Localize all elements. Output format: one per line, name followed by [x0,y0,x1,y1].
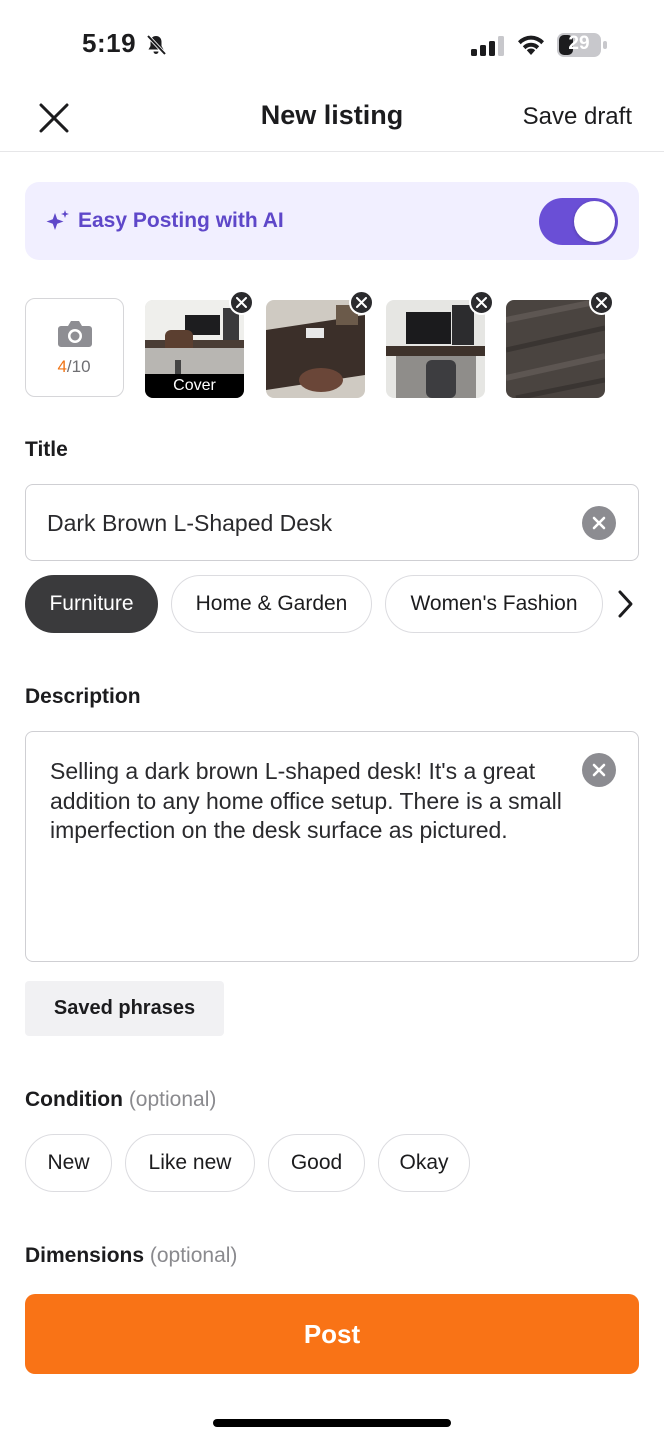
photo-surface-closeup [506,300,605,398]
condition-chip-good[interactable]: Good [268,1134,365,1192]
remove-photo-4-button[interactable] [589,290,614,315]
status-time: 5:19 [82,28,137,58]
camera-icon [58,321,92,347]
category-chip-home-garden[interactable]: Home & Garden [171,575,372,633]
clear-icon [592,763,606,777]
photo-count: 4/10 [26,357,122,377]
close-icon [236,297,247,308]
chevron-right-icon[interactable] [612,588,638,620]
clear-description-button[interactable] [582,753,616,787]
new-listing-screen: 5:19 29 New listing Save draft Easy Post… [0,0,664,1440]
clear-icon [592,516,606,530]
toggle-knob [574,201,615,242]
close-icon [356,297,367,308]
photo-desk-front [386,300,485,398]
category-chip-womens-fashion[interactable]: Women's Fashion [385,575,603,633]
condition-chip-new[interactable]: New [25,1134,112,1192]
dimensions-label-text: Dimensions [25,1244,145,1267]
cover-label: Cover [145,374,244,398]
photo-thumbnail-3[interactable] [386,300,485,398]
title-input[interactable]: Dark Brown L-Shaped Desk [25,484,639,561]
condition-label: Condition (optional) [25,1088,216,1112]
title-label: Title [25,438,68,461]
close-icon [596,297,607,308]
remove-photo-3-button[interactable] [469,290,494,315]
save-draft-button[interactable]: Save draft [523,103,632,131]
photo-thumbnail-2[interactable] [266,300,365,398]
close-icon [476,297,487,308]
wifi-icon [518,35,544,55]
sparkle-icon [46,210,69,230]
description-value[interactable]: Selling a dark brown L-shaped desk! It's… [50,757,580,846]
dimensions-label: Dimensions (optional) [25,1244,237,1268]
remove-photo-2-button[interactable] [349,290,374,315]
remove-photo-1-button[interactable] [229,290,254,315]
condition-optional: (optional) [128,1088,217,1111]
saved-phrases-button[interactable]: Saved phrases [25,981,224,1036]
battery-indicator: 29 [556,32,608,58]
photo-desk-top [266,300,365,398]
condition-chip-like-new[interactable]: Like new [125,1134,255,1192]
ai-posting-label: Easy Posting with AI [78,209,284,232]
clear-title-button[interactable] [582,506,616,540]
home-indicator [213,1419,451,1427]
category-chip-furniture[interactable]: Furniture [25,575,158,633]
title-value[interactable]: Dark Brown L-Shaped Desk [47,510,332,537]
cellular-signal-icon [471,36,504,56]
post-button[interactable]: Post [25,1294,639,1374]
photo-count-current: 4 [57,357,67,376]
ai-posting-banner: Easy Posting with AI [25,182,639,260]
add-photo-button[interactable]: 4/10 [25,298,124,397]
bell-muted-icon [146,34,167,56]
photo-thumbnail-1[interactable]: Cover [145,300,244,398]
photo-thumbnail-4[interactable] [506,300,605,398]
nav-divider [0,151,664,152]
condition-chip-okay[interactable]: Okay [378,1134,470,1192]
condition-label-text: Condition [25,1088,123,1111]
photo-count-total: /10 [66,357,91,376]
description-textarea[interactable]: Selling a dark brown L-shaped desk! It's… [25,731,639,962]
battery-level: 29 [568,33,590,54]
ai-posting-toggle[interactable] [539,198,618,245]
dimensions-optional: (optional) [149,1244,238,1267]
description-label: Description [25,685,141,708]
